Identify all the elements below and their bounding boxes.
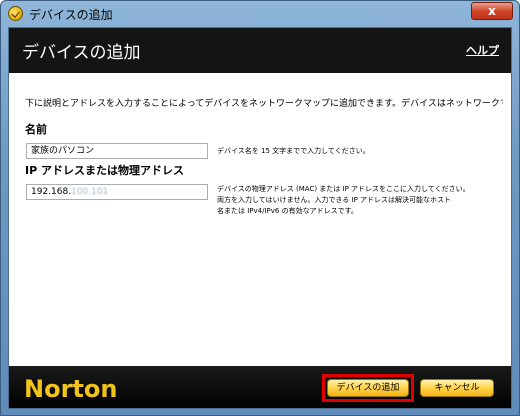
description-text: 下に説明とアドレスを入力することによってデバイスをネットワークマップに追加できま…	[25, 99, 503, 109]
address-hint-line-2: 両方を入力してはいけません。入力できる IP アドレスは解決可能なホスト	[217, 196, 452, 204]
help-link[interactable]: ヘルプ	[466, 42, 499, 58]
name-label: 名前	[25, 123, 47, 136]
device-name-value: 家族のパソコン	[31, 146, 95, 156]
name-hint: デバイス名を 15 文字までで入力してください。	[217, 147, 370, 155]
title-bar[interactable]: デバイスの追加 x	[1, 1, 519, 27]
norton-logo: Norton	[24, 375, 118, 403]
dialog-header: デバイスの追加 ヘルプ	[9, 28, 511, 73]
address-value-prefix: 192.168.	[31, 187, 72, 197]
dialog-footer: Norton デバイスの追加 キャンセル	[9, 366, 511, 408]
cancel-button[interactable]: キャンセル	[420, 379, 494, 397]
address-hint-line-1: デバイスの物理アドレス (MAC) または IP アドレスをここに入力してくださ…	[217, 185, 470, 193]
close-icon: x	[488, 4, 496, 18]
address-value-masked: 100.101	[71, 187, 109, 197]
close-button[interactable]: x	[471, 2, 513, 20]
norton-app-icon	[8, 6, 23, 21]
address-hint-line-3: 名または IPv4/IPv6 の有効なアドレスです。	[217, 207, 358, 215]
page-title: デバイスの追加	[22, 43, 141, 63]
dialog-content: デバイスの追加 ヘルプ 下に説明とアドレスを入力することによってデバイスをネット…	[8, 27, 512, 409]
window-title: デバイスの追加	[29, 8, 113, 22]
add-device-button[interactable]: デバイスの追加	[327, 379, 409, 397]
address-label: IP アドレスまたは物理アドレス	[25, 164, 184, 177]
dialog-window: デバイスの追加 x デバイスの追加 ヘルプ 下に説明とアドレスを入力することによ…	[0, 0, 520, 416]
device-name-input[interactable]: 家族のパソコン	[26, 143, 208, 159]
address-input[interactable]: 192.168.100.101	[26, 184, 208, 200]
